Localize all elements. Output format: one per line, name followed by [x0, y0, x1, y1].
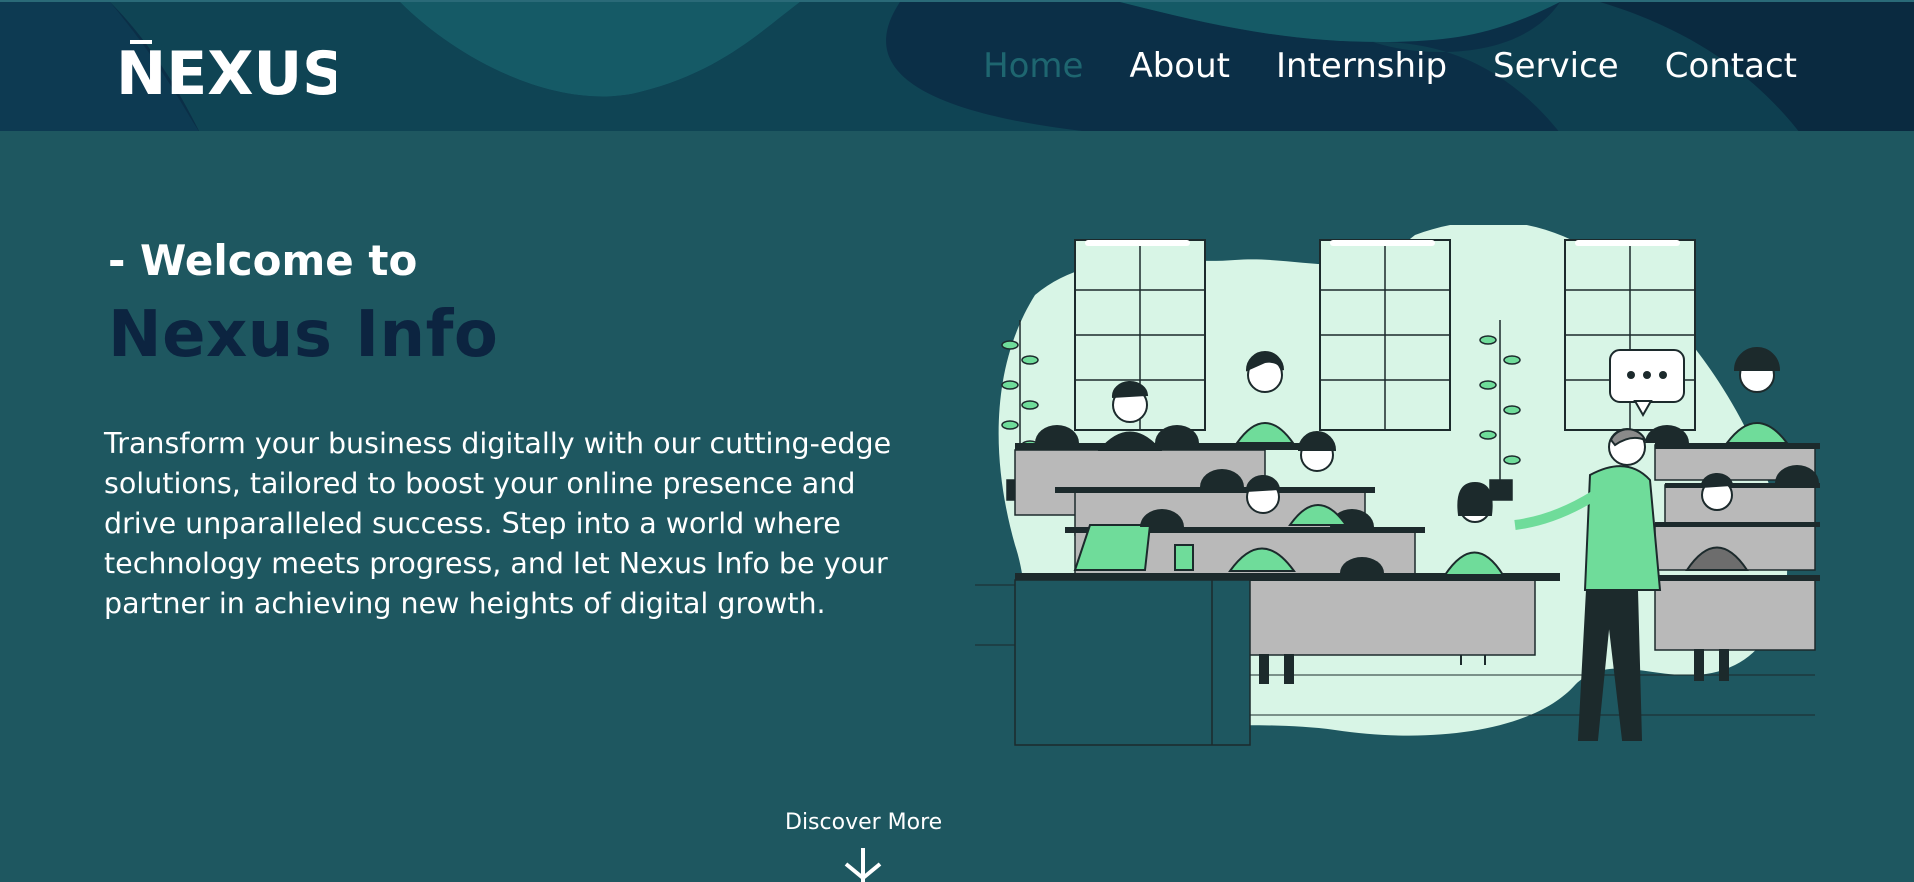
nav-home[interactable]: Home	[983, 42, 1083, 90]
discover-more-link[interactable]: Discover More	[785, 810, 942, 835]
nav-contact[interactable]: Contact	[1665, 42, 1797, 90]
welcome-text: - Welcome to	[108, 236, 418, 285]
arrow-down-icon[interactable]	[842, 848, 884, 882]
nexus-logo[interactable]: NEXUS	[116, 39, 345, 109]
nav-internship[interactable]: Internship	[1276, 42, 1447, 90]
classroom-illustration	[975, 221, 1825, 750]
nav-service[interactable]: Service	[1493, 42, 1619, 90]
site-header: NEXUS Home About Internship Service Cont…	[0, 0, 1914, 131]
hero-description: Transform your business digitally with o…	[104, 427, 892, 620]
logo-text: NEXUS	[116, 40, 336, 98]
hero-title: Nexus Info	[108, 298, 499, 372]
main-nav: Home About Internship Service Contact	[983, 42, 1797, 90]
nav-about[interactable]: About	[1129, 42, 1230, 90]
